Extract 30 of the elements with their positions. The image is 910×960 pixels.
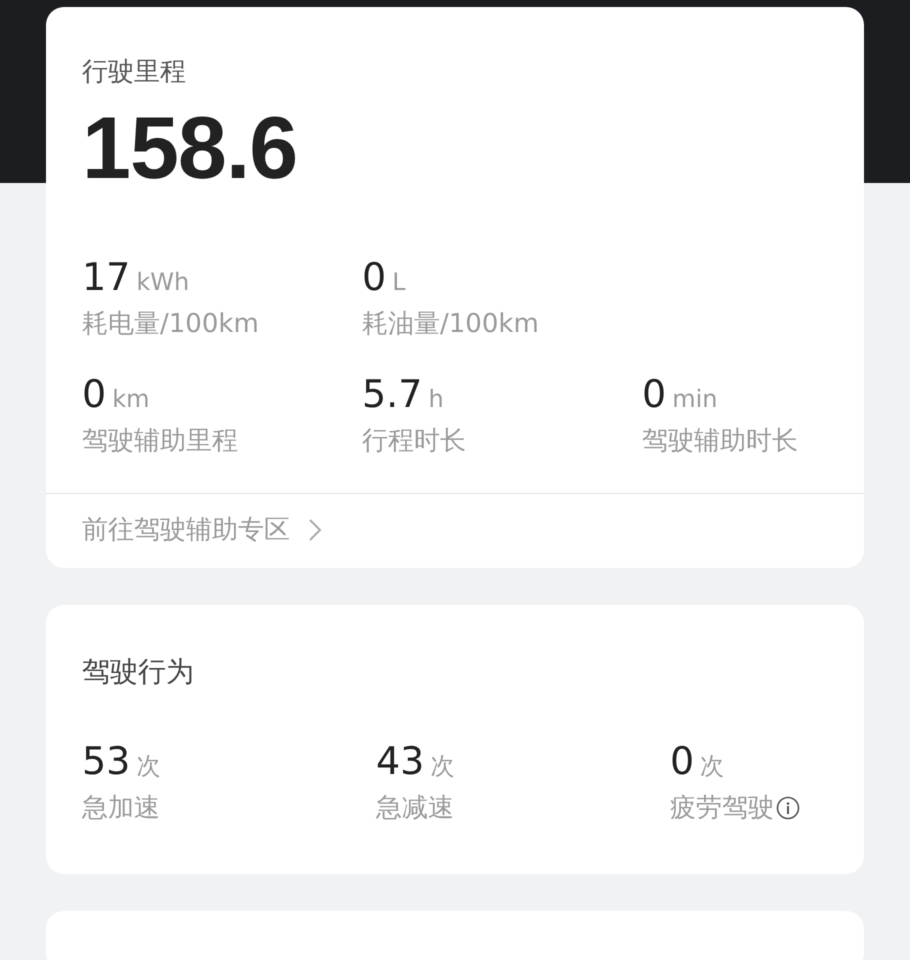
stat-label: 驾驶辅助时长 xyxy=(642,425,799,458)
stat-value: 0 xyxy=(670,739,694,783)
stat-label: 急加速 xyxy=(82,792,160,825)
chevron-right-icon xyxy=(308,518,322,542)
stat-value: 5.7 xyxy=(362,372,422,416)
total-mileage: 158.6 xyxy=(82,103,298,193)
stat-unit: 次 xyxy=(136,751,160,782)
stat-value: 0 xyxy=(362,255,386,299)
stat-unit: h xyxy=(428,384,444,415)
info-icon[interactable] xyxy=(776,796,800,820)
stat-label: 耗油量/100km xyxy=(362,308,540,341)
stat-label: 疲劳驾驶 xyxy=(670,792,774,825)
stat-value: 0 xyxy=(642,372,666,416)
stat-label: 急减速 xyxy=(376,792,454,825)
stat-unit: kWh xyxy=(136,267,190,298)
stat-label: 耗电量/100km xyxy=(82,308,260,341)
card-title: 行驶里程 xyxy=(82,56,187,87)
stat-unit: 次 xyxy=(700,751,724,782)
stat-label: 行程时长 xyxy=(362,425,467,458)
stat-unit: min xyxy=(672,384,718,415)
stat-value: 53 xyxy=(82,739,130,783)
stat-unit: 次 xyxy=(430,751,454,782)
card-title: 驾驶行为 xyxy=(82,654,195,689)
assist-zone-link[interactable]: 前往驾驶辅助专区 xyxy=(82,512,322,568)
stat-unit: L xyxy=(392,267,406,298)
stat-label: 驾驶辅助里程 xyxy=(82,425,239,458)
stat-value: 43 xyxy=(376,739,424,783)
stat-value: 0 xyxy=(82,372,106,416)
stat-value: 17 xyxy=(82,255,130,299)
stat-unit: km xyxy=(112,384,150,415)
